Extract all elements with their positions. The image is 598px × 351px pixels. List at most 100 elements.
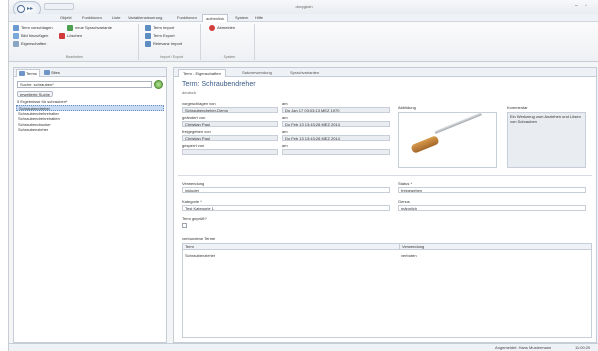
- menu-bar: Objekt Funktionen Liste Variablensteueru…: [9, 14, 598, 22]
- sites-icon: [44, 70, 50, 75]
- detail-tabs: Term - Eigenschaften Satzverwendung Spra…: [174, 68, 596, 77]
- term-import-button[interactable]: Term Import: [145, 25, 174, 31]
- table-cell-term[interactable]: Schraubenzieher: [185, 253, 215, 258]
- term-heading: Term: Schraubendreher: [182, 81, 256, 88]
- locked-by-field: [182, 149, 278, 155]
- changed-at-field: Do Feb 13 13:43:28 MEZ 2014: [282, 121, 390, 127]
- related-terms-grid: Term Verwendung Schraubenzieher verboten: [182, 243, 592, 338]
- locked-at-field: [282, 149, 390, 155]
- logout-button[interactable]: Abmelden: [209, 25, 235, 31]
- ribbon-group-bearbeiten: Term vorschlagen neue Sprachvariante Bil…: [11, 24, 139, 60]
- column-header-term[interactable]: Term: [183, 244, 194, 250]
- relevance-import-button[interactable]: Relevanz Import: [145, 41, 182, 47]
- import-icon: [145, 41, 151, 47]
- menu-objekt[interactable]: Objekt: [57, 15, 75, 21]
- comment-field[interactable]: Ein Werkzeug zum Anziehen und Lösen von …: [507, 112, 586, 168]
- status-label: Status *: [398, 181, 413, 186]
- maximize-button[interactable]: ▫: [585, 3, 587, 9]
- image-label: Abbildung: [398, 105, 416, 110]
- locked-at-label: am: [282, 143, 288, 148]
- status-bar: Angemeldet: Hans Mustermann 11:00:20: [9, 343, 598, 351]
- term-icon: [13, 25, 19, 31]
- extended-search-button[interactable]: erweiterte Suche: [17, 91, 54, 97]
- released-by-label: freigegeben von: [182, 129, 211, 134]
- tab-terms[interactable]: Terms: [16, 69, 40, 77]
- minimize-button[interactable]: –: [575, 3, 578, 9]
- screwdriver-shaft: [434, 112, 482, 134]
- tab-sites[interactable]: Sites: [42, 69, 64, 77]
- released-at-field: Do Feb 13 13:43:28 MEZ 2014: [282, 135, 390, 141]
- menu-authentisk[interactable]: authentisk: [202, 14, 229, 22]
- window-title: doxygkdn: [295, 4, 313, 9]
- delete-icon: [59, 33, 65, 39]
- changed-by-field: Christian Paul: [182, 121, 278, 127]
- menu-liste[interactable]: Liste: [109, 15, 123, 21]
- ribbon-group-system: Abmelden System: [205, 24, 255, 60]
- grid-header: Term Verwendung: [183, 244, 591, 250]
- tab-language-variants[interactable]: Sprachvarianten: [286, 69, 323, 77]
- category-select[interactable]: Test Kategorie 1: [182, 205, 390, 211]
- delete-button[interactable]: Löschen: [59, 33, 82, 39]
- changed-at-label: am: [282, 115, 288, 120]
- ribbon-group-import-export: Term Import Term Export Relevanz Import …: [143, 24, 201, 60]
- locked-by-label: gesperrt von: [182, 143, 205, 148]
- suggest-term-button[interactable]: Term vorschlagen: [13, 25, 53, 31]
- logout-icon: [209, 25, 215, 31]
- ribbon-group-label: System: [223, 55, 236, 59]
- add-image-button[interactable]: Bild hinzufügen: [13, 33, 48, 39]
- suggested-at-label: am: [282, 101, 288, 106]
- plus-icon: [67, 25, 73, 31]
- table-cell-usage: verboten: [401, 253, 417, 258]
- released-by-field: Christian Paul: [182, 135, 278, 141]
- separator: [178, 175, 592, 176]
- image-icon: [13, 33, 19, 39]
- term-checked-label: Term geprüft?: [182, 216, 207, 221]
- language-label: deutsch: [182, 90, 197, 95]
- export-icon: [145, 33, 151, 39]
- usage-label: Verwendung: [182, 181, 205, 186]
- status-time: 11:00:20: [575, 345, 591, 350]
- menu-funktionen-2[interactable]: Funktionen: [174, 15, 200, 21]
- comment-label: Kommentar: [507, 105, 528, 110]
- tab-usage[interactable]: Satzverwendung: [238, 69, 276, 77]
- suggested-by-field: Schraubendreher-Demo: [182, 107, 278, 113]
- term-export-button[interactable]: Term Export: [145, 33, 175, 39]
- menu-funktionen[interactable]: Funktionen: [79, 15, 105, 21]
- genus-select[interactable]: männlich: [398, 205, 586, 211]
- properties-icon: [13, 41, 19, 47]
- search-input[interactable]: Suche: schrauben*: [17, 81, 152, 88]
- app-window: ▸▸ doxygkdn – ▫ Objekt Funktionen Liste …: [8, 0, 598, 351]
- column-header-usage[interactable]: Verwendung: [399, 244, 424, 250]
- category-label: Kategorie *: [182, 199, 202, 204]
- ribbon: Term vorschlagen neue Sprachvariante Bil…: [9, 22, 598, 62]
- released-at-label: am: [282, 129, 288, 134]
- new-language-variant-button[interactable]: neue Sprachvariante: [67, 25, 112, 31]
- suggested-by-label: vorgeschlagen von: [182, 101, 216, 106]
- ribbon-group-label: Import / Export: [160, 55, 183, 59]
- suggested-at-field: Do Jan 17 03:03:13 MEZ 1970: [282, 107, 390, 113]
- genus-label: Genus: [398, 199, 410, 204]
- usage-select[interactable]: inkludet: [182, 187, 390, 193]
- search-go-button[interactable]: [154, 80, 163, 89]
- title-bar: ▸▸ doxygkdn – ▫: [9, 0, 598, 17]
- import-icon: [145, 25, 151, 31]
- menu-system[interactable]: System: [232, 15, 251, 21]
- screwdriver-handle: [410, 135, 440, 154]
- list-item[interactable]: Schraubenzieher: [16, 127, 164, 133]
- menu-hilfe[interactable]: Hilfe: [252, 15, 266, 21]
- term-detail-pane: Term - Eigenschaften Satzverwendung Spra…: [173, 67, 597, 343]
- term-checked-checkbox[interactable]: [182, 223, 187, 228]
- tab-term-properties[interactable]: Term - Eigenschaften: [178, 69, 226, 77]
- changed-by-label: geändert von: [182, 115, 206, 120]
- menu-variablensteuerung[interactable]: Variablensteuerung: [125, 15, 165, 21]
- ribbon-group-label: Bearbeiten: [66, 55, 83, 59]
- search-pane: Terms Sites Suche: schrauben* erweiterte…: [13, 67, 167, 343]
- status-select[interactable]: freigegeben: [398, 187, 586, 193]
- result-count: 5 Ergebnisse für schrauben*: [17, 99, 68, 104]
- related-terms-label: verbundene Terme: [182, 236, 216, 241]
- properties-button[interactable]: Eigenschaften: [13, 41, 46, 47]
- left-tabs: Terms Sites: [14, 68, 166, 77]
- result-list: Schraubendreher Schraubendrehrehalter Sc…: [16, 105, 164, 133]
- logged-in-user: Angemeldet: Hans Mustermann: [495, 345, 552, 350]
- term-image[interactable]: [398, 112, 497, 168]
